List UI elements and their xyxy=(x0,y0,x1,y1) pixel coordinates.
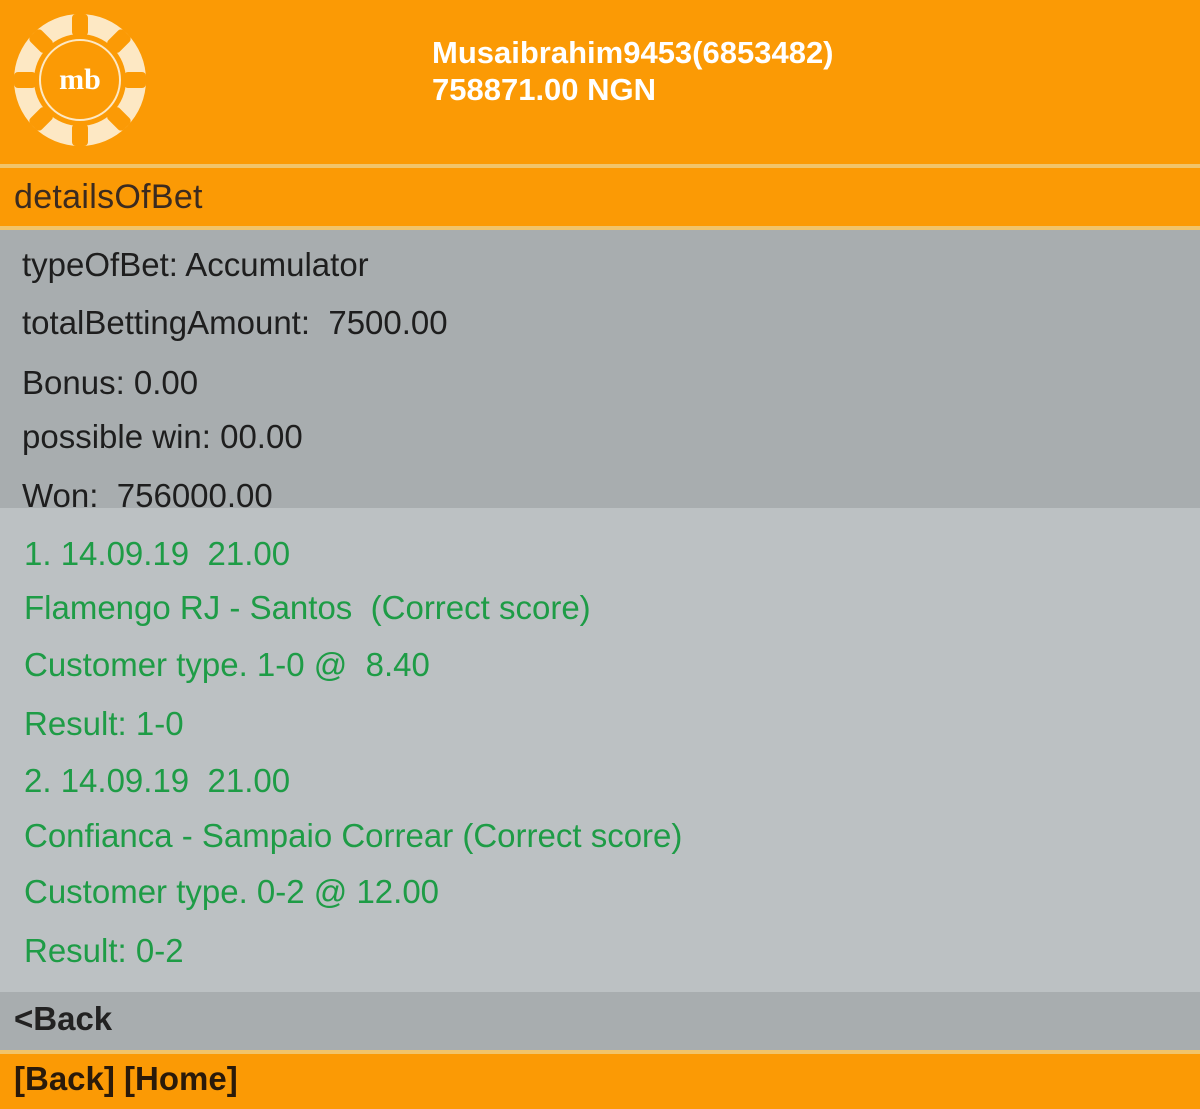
back-bar: <Back xyxy=(0,992,1200,1050)
logo-text: mb xyxy=(59,63,101,96)
total-betting-amount: totalBettingAmount: 7500.00 xyxy=(22,304,448,341)
page-title: detailsOfBet xyxy=(14,178,203,216)
footer-nav: [Back] [Home] xyxy=(0,1050,1200,1109)
app-header: mb Musaibrahim9453(6853482) 758871.00 NG… xyxy=(0,0,1200,164)
section-header: detailsOfBet xyxy=(0,164,1200,230)
event-customer-type: Customer type. 0-2 @ 12.00 xyxy=(24,873,440,910)
footer-home-link[interactable]: [Home] xyxy=(124,1060,238,1097)
username: Musaibrahim9453(6853482) xyxy=(432,35,834,70)
event-match: Flamengo RJ - Santos (Correct score) xyxy=(24,589,591,626)
footer-links: [Back] [Home] xyxy=(14,1060,238,1098)
event-result: Result: 1-0 xyxy=(24,705,184,742)
bonus-amount: Bonus: 0.00 xyxy=(22,364,199,401)
logo-chip-icon: mb xyxy=(14,14,146,146)
possible-win: possible win: 00.00 xyxy=(22,418,303,455)
event-datetime: 1. 14.09.19 21.00 xyxy=(24,535,291,572)
bet-summary: typeOfBet: Accumulator totalBettingAmoun… xyxy=(0,230,1200,514)
bet-events-list: 1. 14.09.19 21.00 Flamengo RJ - Santos (… xyxy=(0,508,1200,992)
bet-type: typeOfBet: Accumulator xyxy=(22,246,369,283)
event-result: Result: 0-2 xyxy=(24,932,184,969)
account-balance: 758871.00 NGN xyxy=(432,72,657,107)
back-link[interactable]: <Back xyxy=(14,1000,112,1038)
event-match: Confianca - Sampaio Correar (Correct sco… xyxy=(24,817,683,854)
user-info: Musaibrahim9453(6853482) 758871.00 NGN xyxy=(432,34,834,108)
event-datetime: 2. 14.09.19 21.00 xyxy=(24,762,291,799)
footer-back-link[interactable]: [Back] xyxy=(14,1060,115,1097)
event-customer-type: Customer type. 1-0 @ 8.40 xyxy=(24,646,430,683)
